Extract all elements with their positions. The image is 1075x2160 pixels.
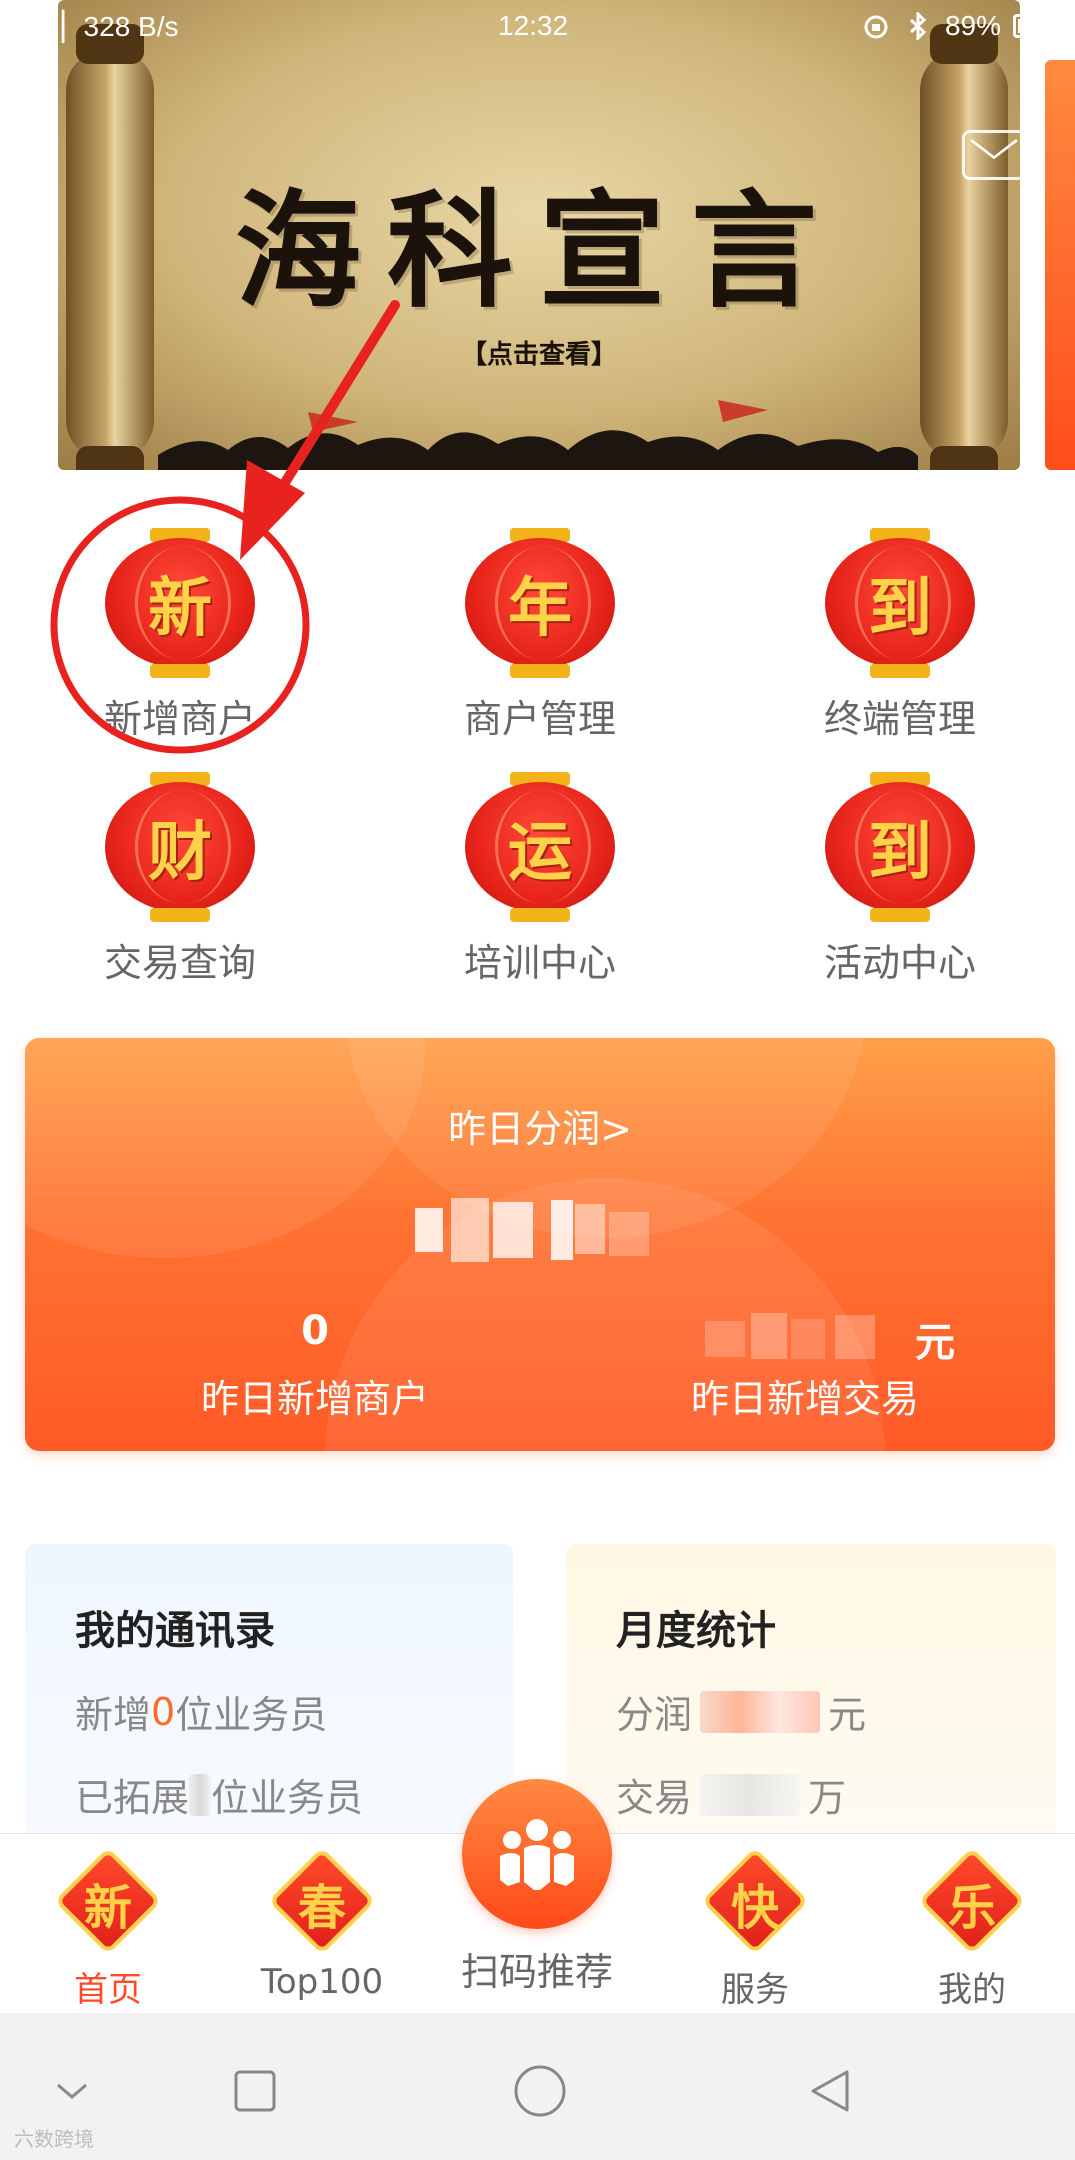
battery-level xyxy=(1018,19,1049,33)
mine-tab-icon: 乐 xyxy=(917,1846,1027,1956)
services-tab-icon: 快 xyxy=(700,1846,810,1956)
chevron-down-icon xyxy=(57,2083,87,2099)
lantern-icon: 年 xyxy=(460,528,620,678)
system-nav-bar: 六数跨境 xyxy=(0,2013,1075,2160)
new-transactions-unit: 元 xyxy=(915,1320,955,1366)
grid-label: 终端管理 xyxy=(823,697,976,741)
new-transactions-label: 昨日新增交易 xyxy=(690,1377,919,1421)
contacts-new-row: 新增 0 位业务员 xyxy=(75,1689,328,1738)
grid-label: 培训中心 xyxy=(463,941,616,985)
people-group-icon xyxy=(462,1779,612,1929)
contacts-card-title: 我的通讯录 xyxy=(75,1608,275,1654)
monthly-profit-row: 分润元 xyxy=(616,1684,1056,1739)
message-button[interactable] xyxy=(962,130,1026,180)
grid-item-transaction-query[interactable]: 财 交易查询 xyxy=(30,772,330,987)
nav-recents-button[interactable] xyxy=(225,2061,285,2121)
grid-label: 新增商户 xyxy=(103,697,256,741)
alarm-lock-icon xyxy=(861,11,891,41)
tab-scan-recommend[interactable]: 扫码推荐 xyxy=(437,1779,637,1996)
tab-home[interactable]: 新 首页 xyxy=(8,1834,208,2011)
grid-item-activity-center[interactable]: 到 活动中心 xyxy=(750,772,1050,987)
tab-top100[interactable]: 春 Top100 xyxy=(222,1834,422,2002)
new-merchants-count: 0 xyxy=(301,1308,329,1354)
new-merchants-label: 昨日新增商户 xyxy=(200,1377,429,1421)
back-triangle-icon xyxy=(811,2070,849,2112)
lantern-icon: 财 xyxy=(100,772,260,922)
yesterday-profit-link[interactable]: 昨日分润> xyxy=(25,1098,1055,1153)
monthly-transaction-row: 交易万 xyxy=(616,1767,1056,1822)
grid-label: 活动中心 xyxy=(823,941,976,985)
grid-item-new-merchant[interactable]: 新 新增商户 xyxy=(30,528,330,743)
grid-label: 商户管理 xyxy=(463,697,616,741)
battery-icon xyxy=(1013,14,1062,38)
yesterday-profit-card[interactable]: 昨日分润> 0 昨日新增商户 元 昨日新增交易 xyxy=(25,1038,1055,1451)
tab-label: 扫码推荐 xyxy=(460,1950,613,1994)
lantern-icon: 新 xyxy=(100,528,260,678)
tab-label: 我的 xyxy=(938,1970,1006,2010)
nav-hide-button[interactable] xyxy=(42,2061,102,2121)
grid-item-training-center[interactable]: 运 培训中心 xyxy=(390,772,690,987)
circle-icon xyxy=(514,2065,566,2117)
next-banner-peek[interactable] xyxy=(1045,60,1075,470)
watermark: 六数跨境 xyxy=(14,2127,94,2151)
lantern-icon: 到 xyxy=(820,772,980,922)
tab-services[interactable]: 快 服务 xyxy=(655,1834,855,2011)
mail-icon xyxy=(970,138,1018,160)
nav-home-button[interactable] xyxy=(510,2061,570,2121)
horsemen-silhouette-icon xyxy=(158,400,918,470)
banner-title: 海科宣言 xyxy=(235,177,843,325)
tab-label: 服务 xyxy=(721,1970,789,2010)
tab-mine[interactable]: 乐 我的 xyxy=(872,1834,1072,2011)
new-salesmen-count: 0 xyxy=(151,1689,176,1734)
tab-label: Top100 xyxy=(260,1962,384,2002)
square-icon xyxy=(234,2070,276,2112)
grid-item-merchant-management[interactable]: 年 商户管理 xyxy=(390,528,690,743)
profit-amount-redacted xyxy=(415,1198,715,1262)
monthly-profit-redacted xyxy=(700,1690,821,1733)
status-time: 12:32 xyxy=(498,10,569,41)
banner-view-link[interactable]: 【点击查看】 xyxy=(58,334,1020,371)
bottom-tab-bar: 新 首页 春 Top100 扫码推荐 快 服务 乐 我的 xyxy=(0,1779,1075,2013)
monthly-transaction-redacted xyxy=(700,1773,801,1816)
grid-label: 交易查询 xyxy=(103,941,256,985)
monthly-stats-card[interactable]: 月度统计 分润元 交易万 xyxy=(566,1544,1056,1844)
top100-tab-icon: 春 xyxy=(267,1846,377,1956)
nav-back-button[interactable] xyxy=(800,2061,860,2121)
lantern-icon: 到 xyxy=(820,528,980,678)
bluetooth-icon xyxy=(903,11,933,41)
monthly-card-title: 月度统计 xyxy=(616,1608,776,1654)
lantern-icon: 运 xyxy=(460,772,620,922)
status-bar: ▏328 B/s 12:32 89% xyxy=(0,0,1075,55)
battery-percent: 89% xyxy=(944,10,1001,41)
home-tab-icon: 新 xyxy=(53,1846,163,1956)
grid-item-terminal-management[interactable]: 到 终端管理 xyxy=(750,528,1050,743)
signal-icon: ▏ xyxy=(62,11,84,42)
status-right: 89% xyxy=(861,10,1062,42)
announcement-banner[interactable]: 海科宣言 【点击查看】 xyxy=(58,0,1020,470)
expanded-count-redacted xyxy=(189,1773,212,1816)
network-speed: ▏328 B/s xyxy=(62,11,179,42)
tab-label: 首页 xyxy=(74,1970,142,2010)
